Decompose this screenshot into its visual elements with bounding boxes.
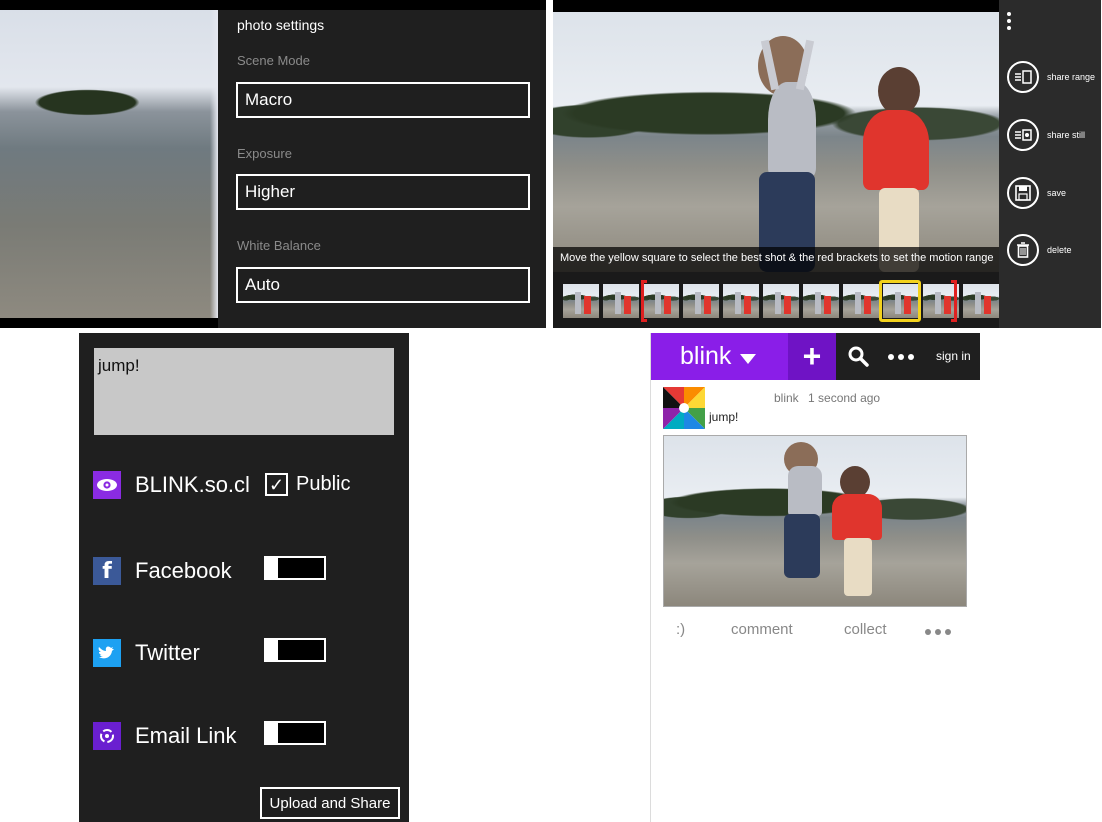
scene-mode-label: Scene Mode [237, 53, 310, 68]
service-label-blink: BLINK.so.cl [135, 472, 250, 497]
frame-filmstrip[interactable] [553, 272, 1053, 328]
camera-settings-screen: photo settings Scene Mode Macro Exposure… [0, 0, 546, 328]
range-start-bracket[interactable] [641, 280, 647, 322]
react-button[interactable]: :) [676, 621, 685, 638]
twitter-icon [93, 639, 121, 667]
exposure-select[interactable]: Higher [236, 174, 530, 210]
search-icon[interactable] [847, 345, 869, 367]
post-text: jump! [709, 410, 739, 424]
more-options-icon[interactable] [1007, 12, 1013, 33]
service-label-email: Email Link [135, 723, 237, 748]
more-options-icon[interactable] [925, 629, 951, 635]
instruction-banner: Move the yellow square to select the bes… [553, 247, 999, 272]
service-row-email: Email Link [93, 721, 236, 751]
public-label: Public [296, 473, 351, 495]
filmstrip-frame[interactable] [643, 284, 679, 318]
twitter-toggle[interactable] [264, 638, 326, 662]
link-icon [93, 722, 121, 750]
upload-and-share-button[interactable]: Upload and Share [260, 787, 400, 819]
service-label-twitter: Twitter [135, 640, 200, 665]
delete-button[interactable]: delete [1007, 233, 1101, 267]
filmstrip-frame[interactable] [803, 284, 839, 318]
post-meta: blink 1 second ago [774, 391, 880, 405]
share-still-button[interactable]: share still [1007, 118, 1101, 152]
share-still-label: share still [1047, 130, 1086, 140]
sign-in-link[interactable]: sign in [936, 349, 971, 363]
post-image[interactable] [663, 435, 967, 607]
post-time: 1 second ago [808, 391, 881, 405]
add-post-button[interactable]: + [788, 333, 836, 380]
share-screen: jump! BLINK.so.cl ✓ Public f Facebook Tw… [79, 333, 409, 822]
filmstrip-frame[interactable] [683, 284, 719, 318]
best-shot-selector[interactable] [879, 280, 921, 322]
eye-icon [93, 471, 121, 499]
comment-button[interactable]: comment [731, 621, 793, 638]
save-label: save [1047, 188, 1067, 198]
service-row-twitter: Twitter [93, 638, 200, 668]
white-balance-select[interactable]: Auto [236, 267, 530, 303]
app-bar: share range share still save delete [999, 0, 1101, 328]
white-balance-label: White Balance [237, 238, 321, 253]
facebook-icon: f [93, 557, 121, 585]
filmstrip-frame[interactable] [603, 284, 639, 318]
share-range-icon [1007, 61, 1039, 93]
filmstrip-frame[interactable] [723, 284, 759, 318]
feed-header: blink + sign in [651, 333, 980, 380]
range-end-bracket[interactable] [951, 280, 957, 322]
collect-button[interactable]: collect [844, 621, 887, 638]
exposure-label: Exposure [237, 146, 292, 161]
photo-settings-panel: photo settings Scene Mode Macro Exposure… [218, 10, 546, 328]
save-button[interactable]: save [1007, 176, 1101, 210]
chevron-down-icon [740, 353, 757, 364]
service-row-blink: BLINK.so.cl [93, 470, 250, 500]
scene-mode-select[interactable]: Macro [236, 82, 530, 118]
video-preview [553, 12, 999, 272]
more-options-icon[interactable] [888, 354, 914, 360]
filmstrip-frame[interactable] [963, 284, 999, 318]
filmstrip-frame[interactable] [843, 284, 879, 318]
caption-input[interactable]: jump! [94, 348, 394, 435]
panel-title: photo settings [237, 17, 325, 33]
brand-name: blink [680, 342, 732, 370]
delete-label: delete [1047, 245, 1072, 255]
save-icon [1007, 177, 1039, 209]
brand-menu[interactable]: blink [651, 333, 788, 380]
facebook-toggle[interactable] [264, 556, 326, 580]
share-range-label: share range [1047, 72, 1096, 82]
avatar[interactable] [663, 387, 705, 429]
share-still-icon [1007, 119, 1039, 151]
camera-viewfinder [0, 10, 218, 318]
delete-icon [1007, 234, 1039, 266]
public-checkbox[interactable]: ✓ Public [265, 473, 350, 496]
share-range-button[interactable]: share range [1007, 60, 1101, 94]
video-editor-screen: Move the yellow square to select the bes… [553, 0, 1101, 328]
filmstrip-frame[interactable] [563, 284, 599, 318]
checkmark-icon: ✓ [265, 473, 288, 496]
post-author[interactable]: blink [774, 391, 799, 405]
service-label-facebook: Facebook [135, 558, 232, 583]
email-link-toggle[interactable] [264, 721, 326, 745]
service-row-facebook: f Facebook [93, 556, 232, 586]
feed-screen: blink + sign in blink 1 second ago jump! [650, 333, 1102, 822]
filmstrip-frame[interactable] [763, 284, 799, 318]
